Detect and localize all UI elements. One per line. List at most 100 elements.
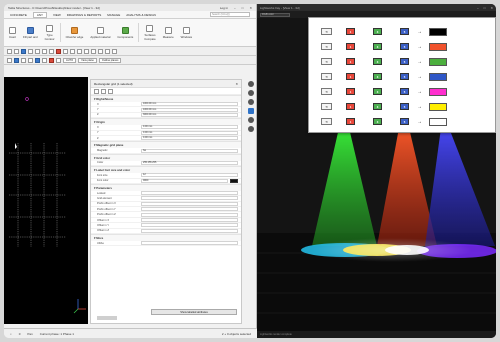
ribbon-button-1[interactable]: Fill part and — [21, 21, 40, 44]
undo-chip-icon[interactable]: ⟲ — [321, 118, 332, 125]
channel-box-2[interactable]: 3 — [373, 103, 382, 110]
section-header[interactable]: ▾ Parameters — [91, 183, 241, 191]
properties-tab-icon[interactable] — [247, 81, 254, 87]
channel-box-2[interactable]: 3 — [373, 88, 382, 95]
combine-icon[interactable] — [98, 48, 103, 54]
snap-end-icon[interactable] — [28, 57, 33, 63]
tab-manage[interactable]: MANAGE — [107, 13, 120, 17]
close-icon[interactable]: ✕ — [490, 6, 493, 10]
snap-mid-icon[interactable] — [35, 57, 40, 63]
work-plane-icon[interactable] — [21, 57, 26, 63]
tab-concrete[interactable]: CONCRETE — [10, 13, 27, 17]
channel-box-3[interactable]: 5 — [400, 103, 409, 110]
tab-view[interactable]: VIEW — [53, 13, 61, 17]
catalog-tab-icon[interactable] — [247, 90, 254, 96]
property-value-field[interactable] — [141, 212, 238, 217]
channel-box-1[interactable]: 1 — [346, 73, 355, 80]
snap-off-icon[interactable] — [49, 57, 54, 63]
snap-grid-icon[interactable] — [14, 57, 19, 63]
status-phase[interactable]: Current phase: 1 Phase 1 — [40, 332, 74, 336]
property-value-field[interactable] — [141, 201, 238, 206]
channel-box-3[interactable]: 5 — [400, 43, 409, 50]
get-icon[interactable] — [101, 89, 106, 94]
polygon-icon[interactable] — [42, 48, 47, 54]
property-value-field[interactable]: 3000.00 mm — [141, 112, 238, 117]
channel-box-3[interactable]: 5 — [400, 88, 409, 95]
filter-icon[interactable] — [108, 89, 113, 94]
channel-box-1[interactable]: 1 — [346, 43, 355, 50]
copy-icon[interactable] — [63, 48, 68, 54]
model-viewport[interactable] — [4, 77, 88, 324]
target-color-swatch[interactable] — [429, 42, 447, 51]
measure-tool-icon[interactable] — [105, 48, 110, 54]
undo-chip-icon[interactable]: ⟲ — [321, 103, 332, 110]
point-icon[interactable] — [49, 48, 54, 54]
property-value-field[interactable]: 0000 — [141, 178, 228, 183]
ribbon-button-7[interactable]: Measure — [161, 21, 176, 44]
align-icon[interactable] — [84, 48, 89, 54]
undo-chip-icon[interactable]: ⟲ — [321, 28, 332, 35]
channel-box-1[interactable]: 1 — [346, 88, 355, 95]
ribbon-button-4[interactable]: Applied material — [88, 21, 112, 44]
undo-chip-icon[interactable]: ⟲ — [321, 43, 332, 50]
undo-chip-icon[interactable]: ⟲ — [321, 58, 332, 65]
snap-center-icon[interactable] — [42, 57, 47, 63]
target-color-swatch[interactable] — [429, 72, 447, 81]
views-tab-icon[interactable] — [247, 99, 254, 105]
property-value-field[interactable] — [141, 191, 238, 196]
undo-chip-icon[interactable]: ⟲ — [321, 73, 332, 80]
section-header[interactable]: ▾ Label font size and color — [91, 166, 241, 174]
section-header[interactable]: ▾ Grid color — [91, 153, 241, 161]
target-color-swatch[interactable] — [429, 87, 447, 96]
channel-box-1[interactable]: 1 — [346, 58, 355, 65]
channel-box-3[interactable]: 5 — [400, 118, 409, 125]
channel-box-2[interactable]: 3 — [373, 28, 382, 35]
close-icon[interactable]: ✕ — [249, 6, 252, 10]
help-tab-icon[interactable] — [247, 126, 254, 132]
dimension-icon[interactable] — [112, 48, 117, 54]
channel-box-2[interactable]: 3 — [373, 58, 382, 65]
show-attributes-button[interactable]: Show labelled attributes — [151, 309, 237, 315]
minimize-icon[interactable]: – — [234, 6, 236, 10]
snap-icon[interactable] — [21, 48, 26, 54]
tab-drawings-reports[interactable]: DRAWINGS & REPORTS — [67, 13, 102, 17]
arc-icon[interactable] — [35, 48, 40, 54]
channel-box-1[interactable]: 1 — [346, 28, 355, 35]
channel-box-2[interactable]: 3 — [373, 118, 382, 125]
property-value-field[interactable]: 0.00 mm — [141, 136, 238, 141]
modify-icon[interactable] — [94, 89, 99, 94]
target-color-swatch[interactable] — [429, 57, 447, 66]
delete-icon[interactable] — [56, 48, 61, 54]
property-value-field[interactable] — [141, 228, 238, 233]
property-value-field[interactable]: 1000.00 mm — [141, 107, 238, 112]
target-color-swatch[interactable] — [429, 102, 447, 111]
undo-chip-icon[interactable]: ⟲ — [321, 88, 332, 95]
section-header[interactable]: ▾ Magnetic grid plane — [91, 141, 241, 149]
property-value-field[interactable]: No — [141, 148, 238, 153]
property-value-field[interactable]: 1000.00 mm — [141, 102, 238, 107]
maximize-icon[interactable]: □ — [484, 6, 486, 10]
ribbon-button-6[interactable]: Surfaces Compare — [142, 21, 158, 44]
tab-analysis-design[interactable]: ANALYSIS & DESIGN — [126, 13, 156, 17]
color-mode-dropdown[interactable]: RGB color — [260, 12, 290, 17]
view-icon[interactable] — [7, 57, 12, 63]
rotate-icon[interactable] — [14, 48, 19, 54]
property-value-field[interactable]: 255 255 255 — [141, 160, 238, 165]
minimize-icon[interactable]: – — [477, 6, 479, 10]
mirror-icon[interactable] — [77, 48, 82, 54]
ribbon-button-8[interactable]: Windows — [179, 21, 194, 44]
layers-tab-icon[interactable] — [247, 117, 254, 123]
outline-planes-dropdown[interactable]: Outline planes — [98, 57, 122, 63]
ribbon-button-0[interactable]: Insert — [7, 21, 18, 44]
split-icon[interactable] — [91, 48, 96, 54]
target-color-swatch[interactable] — [429, 27, 447, 36]
color-swatch[interactable] — [230, 178, 238, 183]
channel-box-2[interactable]: 3 — [373, 43, 382, 50]
close-panel-icon[interactable]: ✕ — [235, 82, 238, 86]
view-plane-dropdown[interactable]: View plane — [78, 57, 97, 63]
move-icon[interactable] — [70, 48, 75, 54]
property-value-field[interactable] — [141, 223, 238, 228]
panel-scroll-handle[interactable] — [97, 316, 117, 320]
property-value-field[interactable] — [141, 207, 238, 212]
search-icon[interactable]: ⌕ — [10, 332, 12, 336]
